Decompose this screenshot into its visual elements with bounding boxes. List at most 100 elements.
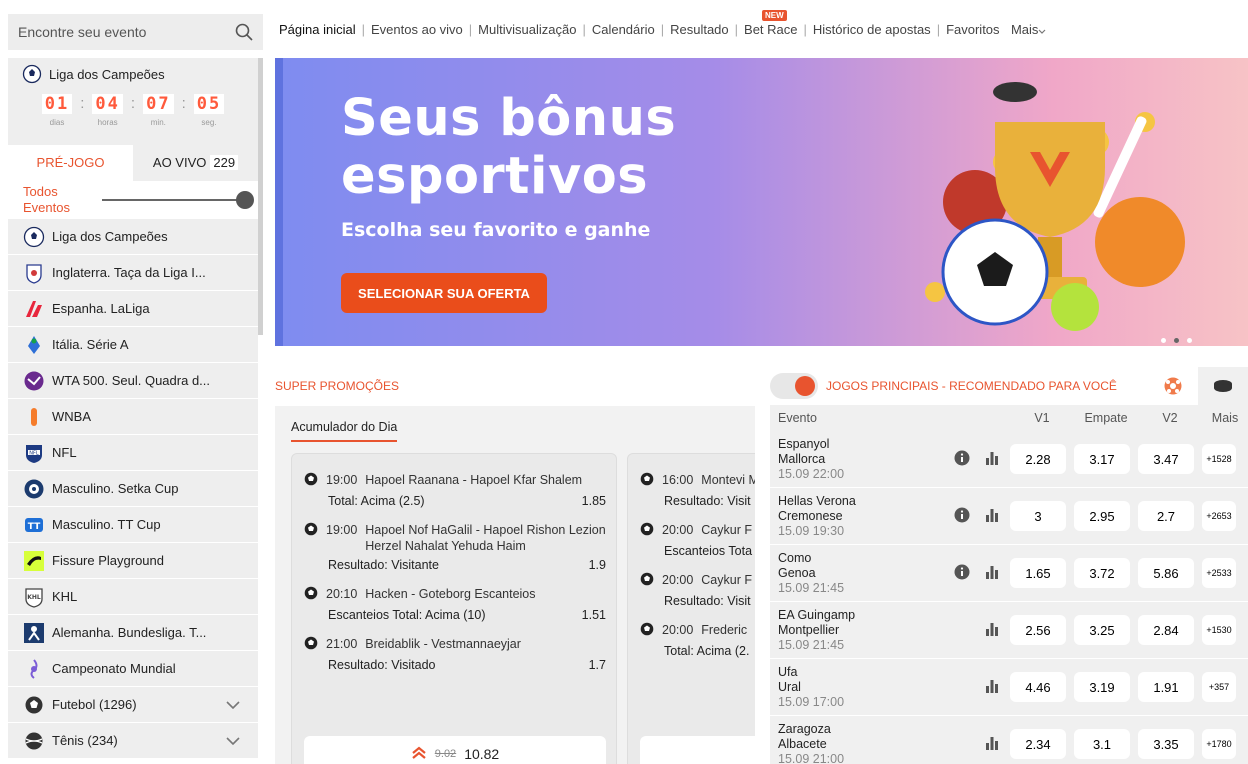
odd-v2-button[interactable]: 5.86 [1138,558,1194,588]
odd-v2-button[interactable]: 1.91 [1138,672,1194,702]
select-offer-button[interactable]: SELECIONAR SUA OFERTA [341,273,547,313]
sidebar-item[interactable]: Tênis (234) [8,723,258,758]
more-markets-button[interactable]: +1780 [1202,729,1236,759]
top-matches-toggle[interactable] [770,373,818,399]
slider-handle[interactable] [236,191,254,209]
sidebar-item[interactable]: NFL NFL [8,435,258,470]
odd-v2-button[interactable]: 3.47 [1138,444,1194,474]
info-icon[interactable] [954,450,970,469]
match-icons [950,621,1010,640]
match-row[interactable]: Como Genoa 15.09 21:45 1.65 3.72 5.86 +2533 [770,545,1248,602]
sidebar-item[interactable]: Masculino. Setka Cup [8,471,258,506]
odd-v1-button[interactable]: 2.34 [1010,729,1066,759]
odd-v2-button[interactable]: 2.84 [1138,615,1194,645]
carousel-dot-1[interactable] [1161,338,1166,343]
match-row[interactable]: Zaragoza Albacete 15.09 21:00 2.34 3.1 3.35 +1… [770,716,1248,764]
leg-time: 16:00 [662,473,694,487]
nav-item[interactable]: Bet Race NEW [744,10,798,37]
nav-item[interactable]: Multivisualização [478,22,576,37]
sidebar-item[interactable]: Alemanha. Bundesliga. T... [8,615,258,650]
odd-draw-button[interactable]: 3.1 [1074,729,1130,759]
nav-item[interactable]: Favoritos [946,22,999,37]
odd-v2-button[interactable]: 2.7 [1138,501,1194,531]
leg-header: 21:00 Breidablik - Vestmannaeyjar [304,636,606,654]
stats-icon[interactable] [984,564,1000,583]
search-icon[interactable] [235,23,253,41]
stats-icon[interactable] [984,678,1000,697]
tab-acumulador[interactable]: Acumulador do Dia [291,420,398,442]
time-filter-slider[interactable] [102,191,254,209]
carousel-dot-2[interactable] [1174,338,1179,343]
more-markets-button[interactable]: +357 [1202,672,1236,702]
stats-icon[interactable] [984,450,1000,469]
match-event[interactable]: Espanyol Mallorca 15.09 22:00 [770,437,950,482]
nav-item[interactable]: Histórico de apostas [813,22,931,37]
nav-item[interactable]: Resultado [670,22,729,37]
odd-draw-button[interactable]: 3.72 [1074,558,1130,588]
sidebar-item[interactable]: KHL KHL [8,579,258,614]
search-input[interactable] [18,24,218,40]
sidebar-item[interactable]: Itália. Série A [8,327,258,362]
odd-draw-button[interactable]: 3.17 [1074,444,1130,474]
promo-banner[interactable]: Seus bônus esportivos Escolha seu favorit… [275,58,1248,346]
match-event[interactable]: EA Guingamp Montpellier 15.09 21:45 [770,608,950,653]
odd-v1-button[interactable]: 3 [1010,501,1066,531]
odd-draw-button[interactable]: 3.19 [1074,672,1130,702]
chevron-down-icon[interactable] [226,698,240,712]
tab-sport-hockey[interactable] [1198,367,1248,405]
carousel-dot-3[interactable] [1187,338,1192,343]
info-icon[interactable] [954,564,970,583]
sidebar-item[interactable]: Espanha. LaLiga [8,291,258,326]
odd-draw-button[interactable]: 3.25 [1074,615,1130,645]
nav-item[interactable]: Mais [1011,22,1038,37]
countdown-widget[interactable]: Liga dos Campeões 01 dias : 04 horas : 07 m… [8,58,258,145]
tab-prejogo[interactable]: PRÉ-JOGO [8,145,133,181]
sidebar-item[interactable]: TT Masculino. TT Cup [8,507,258,542]
sidebar-item[interactable]: Inglaterra. Taça da Liga I... [8,255,258,290]
match-event[interactable]: Hellas Verona Cremonese 15.09 19:30 [770,494,950,539]
chevron-down-icon[interactable] [226,734,240,748]
more-markets-button[interactable]: +1530 [1202,615,1236,645]
stats-icon[interactable] [984,507,1000,526]
accumulator-total-button[interactable]: 9.02 10.82 [304,736,606,764]
stats-icon[interactable] [984,621,1000,640]
match-event[interactable]: Ufa Ural 15.09 17:00 [770,665,950,710]
sidebar-item[interactable]: Futebol (1296) [8,687,258,722]
sidebar-item[interactable]: WNBA [8,399,258,434]
accumulator-total-button[interactable] [640,736,755,764]
search-box[interactable] [8,14,263,50]
match-event[interactable]: Como Genoa 15.09 21:45 [770,551,950,596]
nav-item[interactable]: Calendário [592,22,655,37]
more-markets-button[interactable]: +2653 [1202,501,1236,531]
match-row[interactable]: EA Guingamp Montpellier 15.09 21:45 2.56 3.2… [770,602,1248,659]
match-event[interactable]: Zaragoza Albacete 15.09 21:00 [770,722,950,764]
tab-ao-vivo[interactable]: AO VIVO 229 [133,145,258,181]
sidebar-item[interactable]: Fissure Playground [8,543,258,578]
match-date: 15.09 21:45 [778,580,845,595]
odd-v1-button[interactable]: 4.46 [1010,672,1066,702]
match-row[interactable]: Ufa Ural 15.09 17:00 4.46 3.19 1.91 +357 [770,659,1248,716]
odd-v1-button[interactable]: 2.28 [1010,444,1066,474]
sidebar-item[interactable]: Liga dos Campeões [8,219,258,254]
more-markets-button[interactable]: +2533 [1202,558,1236,588]
sidebar-item[interactable]: WTA 500. Seul. Quadra d... [8,363,258,398]
match-row[interactable]: Hellas Verona Cremonese 15.09 19:30 3 2.95 2.… [770,488,1248,545]
accumulator-card[interactable]: 19:00 Hapoel Raanana - Hapoel Kfar Shalem… [291,453,617,764]
sidebar-scrollbar[interactable] [258,58,263,335]
accumulator-card-2[interactable]: 16:00 Montevi Miramar Misior Resultado: Vi… [627,453,755,764]
match-row[interactable]: Espanyol Mallorca 15.09 22:00 2.28 3.17 3.47 +… [770,431,1248,488]
accumulator-leg: 20:00 Caykur F Escanteios Escanteios Tota [640,522,755,558]
nav-item[interactable]: Eventos ao vivo [371,22,463,37]
odd-v2-button[interactable]: 3.35 [1138,729,1194,759]
sidebar-item[interactable]: Campeonato Mundial [8,651,258,686]
stats-icon[interactable] [984,735,1000,754]
leg-market-row: Resultado: Visitante 1.9 [328,558,606,572]
info-icon[interactable] [954,507,970,526]
more-markets-button[interactable]: +1528 [1202,444,1236,474]
tab-sport-soccer[interactable] [1148,367,1198,405]
nav-item[interactable]: Página inicial [279,22,356,37]
odd-draw-button[interactable]: 2.95 [1074,501,1130,531]
odd-v1-button[interactable]: 1.65 [1010,558,1066,588]
odd-v1-button[interactable]: 2.56 [1010,615,1066,645]
leg-market: Resultado: Visit [664,494,751,508]
